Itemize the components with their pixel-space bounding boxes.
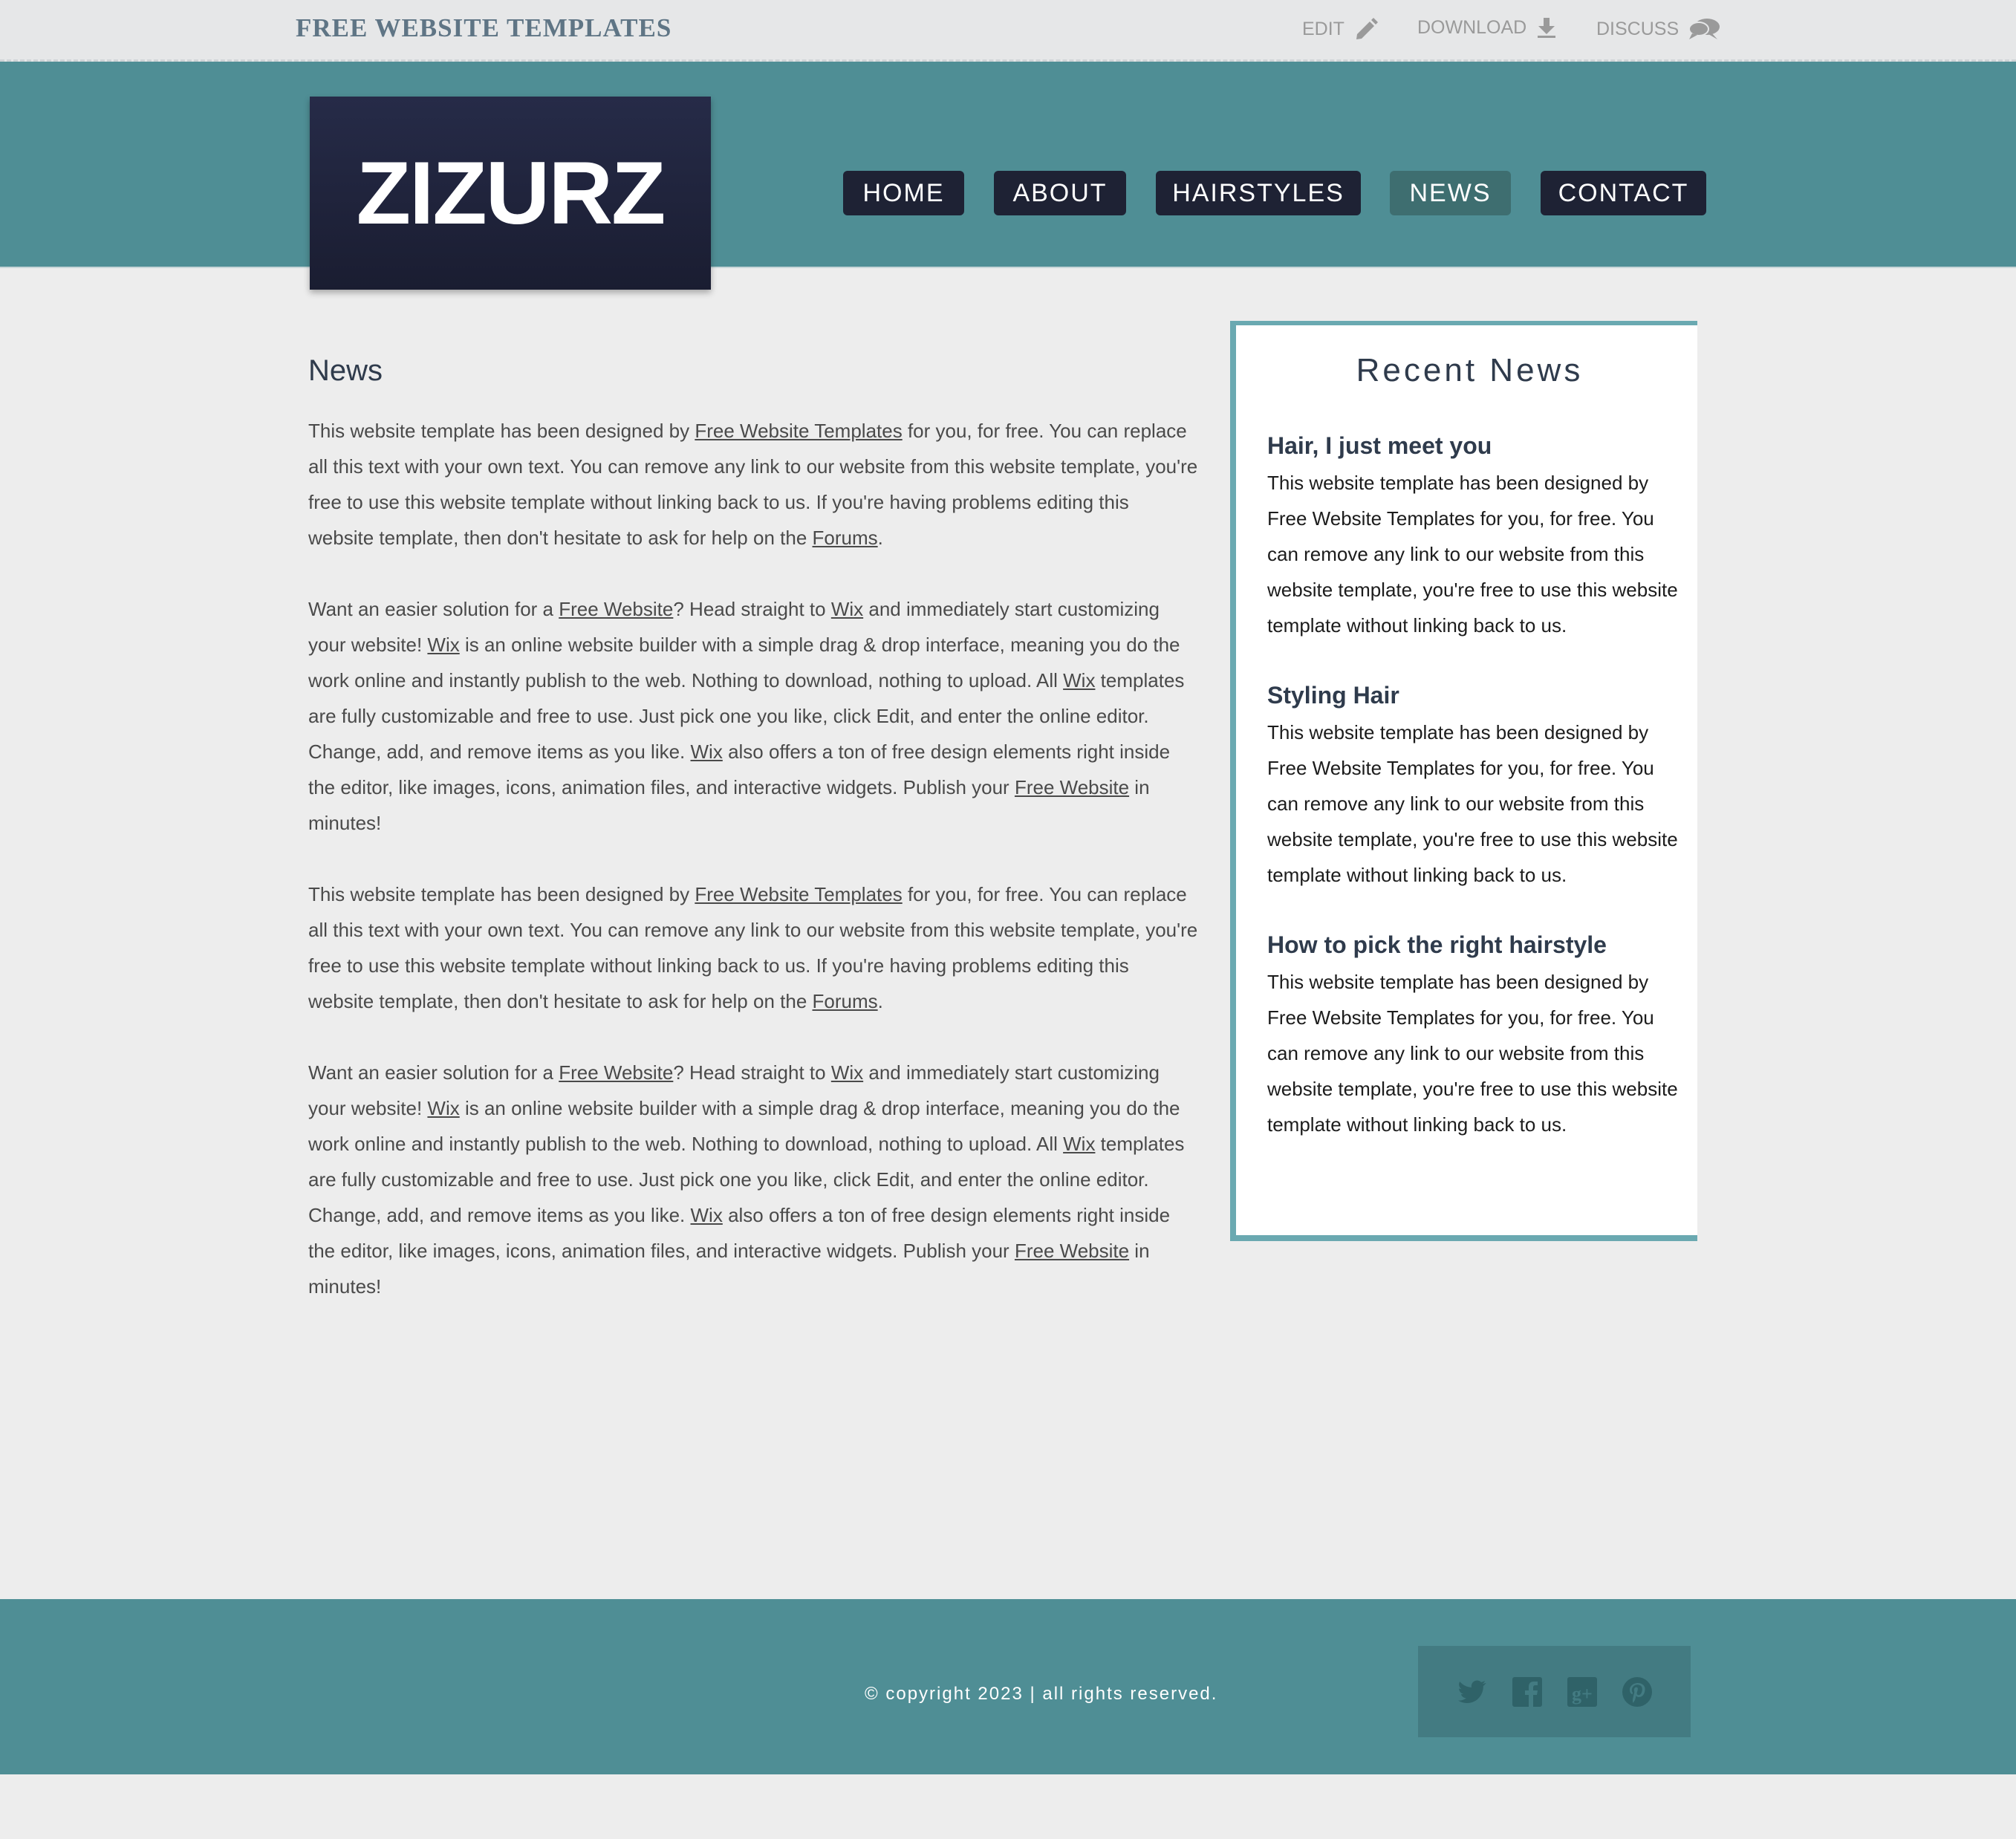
- paragraph-2: Want an easier solution for a Free Websi…: [308, 591, 1200, 841]
- paragraph-4: Want an easier solution for a Free Websi…: [308, 1055, 1200, 1304]
- text-span: ? Head straight to: [673, 598, 831, 620]
- text-span: This website template has been designed …: [308, 420, 695, 442]
- edit-link[interactable]: EDIT: [1302, 16, 1379, 42]
- logo-text: ZIZURZ: [356, 143, 666, 243]
- nav-hairstyles[interactable]: HAIRSTYLES: [1156, 171, 1361, 215]
- svg-text:g+: g+: [1572, 1683, 1593, 1705]
- chat-bubbles-icon: [1688, 19, 1720, 39]
- discuss-link[interactable]: DISCUSS: [1596, 16, 1720, 42]
- wix-link[interactable]: Wix: [1063, 1133, 1095, 1155]
- site-header: [0, 62, 2016, 268]
- forums-link[interactable]: Forums: [813, 527, 878, 549]
- pinterest-icon[interactable]: [1621, 1676, 1654, 1708]
- text-span: Want an easier solution for a: [308, 598, 559, 620]
- nav-about[interactable]: ABOUT: [994, 171, 1126, 215]
- logo[interactable]: ZIZURZ: [310, 97, 711, 290]
- pencil-icon: [1356, 18, 1378, 39]
- text-span: .: [877, 527, 883, 549]
- free-website-link[interactable]: Free Website: [1015, 1240, 1129, 1262]
- text-span: ? Head straight to: [673, 1061, 831, 1084]
- fwt-brand-link[interactable]: FREE WEBSITE TEMPLATES: [296, 13, 672, 43]
- edit-label: EDIT: [1302, 18, 1344, 39]
- main-content: News This website template has been desi…: [308, 343, 1200, 1340]
- wix-link[interactable]: Wix: [427, 634, 459, 656]
- forums-link[interactable]: Forums: [813, 990, 878, 1012]
- download-icon: [1538, 18, 1556, 38]
- nav-news[interactable]: NEWS: [1390, 171, 1511, 215]
- nav-contact[interactable]: CONTACT: [1541, 171, 1706, 215]
- text-span: This website template has been designed …: [308, 883, 695, 905]
- download-link[interactable]: DOWNLOAD: [1417, 16, 1558, 39]
- news-item: How to pick the right hairstyle This web…: [1267, 925, 1683, 1142]
- paragraph-1: This website template has been designed …: [308, 413, 1200, 556]
- wix-link[interactable]: Wix: [691, 1204, 723, 1226]
- wix-link[interactable]: Wix: [427, 1097, 459, 1119]
- wix-link[interactable]: Wix: [691, 741, 723, 763]
- wix-link[interactable]: Wix: [1063, 669, 1095, 691]
- free-website-templates-link[interactable]: Free Website Templates: [695, 883, 902, 905]
- free-website-link[interactable]: Free Website: [559, 1061, 673, 1084]
- free-website-link[interactable]: Free Website: [1015, 776, 1129, 798]
- free-website-templates-link[interactable]: Free Website Templates: [695, 420, 902, 442]
- news-item: Styling Hair This website template has b…: [1267, 676, 1683, 893]
- news-item-text: This website template has been designed …: [1267, 721, 1678, 886]
- paragraph-3: This website template has been designed …: [308, 876, 1200, 1019]
- news-item-title[interactable]: How to pick the right hairstyle: [1267, 925, 1683, 964]
- news-item: Hair, I just meet you This website templ…: [1267, 426, 1683, 643]
- text-span: Want an easier solution for a: [308, 1061, 559, 1084]
- news-item-text: This website template has been designed …: [1267, 472, 1678, 637]
- news-item-text: This website template has been designed …: [1267, 971, 1678, 1136]
- facebook-icon[interactable]: [1511, 1676, 1544, 1708]
- google-plus-icon[interactable]: g+: [1566, 1676, 1599, 1708]
- twitter-icon[interactable]: [1456, 1676, 1489, 1708]
- social-links: g+: [1418, 1646, 1691, 1737]
- wix-link[interactable]: Wix: [831, 598, 863, 620]
- wix-link[interactable]: Wix: [831, 1061, 863, 1084]
- free-website-link[interactable]: Free Website: [559, 598, 673, 620]
- nav-home[interactable]: HOME: [843, 171, 964, 215]
- download-label: DOWNLOAD: [1417, 16, 1527, 38]
- sidebar-title: Recent News: [1356, 352, 1584, 388]
- news-item-title[interactable]: Hair, I just meet you: [1267, 426, 1683, 465]
- copyright-text: © copyright 2023 | all rights reserved.: [865, 1684, 1218, 1704]
- page-title: News: [308, 354, 383, 387]
- text-span: .: [877, 990, 883, 1012]
- news-item-title[interactable]: Styling Hair: [1267, 676, 1683, 715]
- discuss-label: DISCUSS: [1596, 18, 1680, 39]
- recent-news-sidebar: Recent News Hair, I just meet you This w…: [1230, 321, 1697, 1241]
